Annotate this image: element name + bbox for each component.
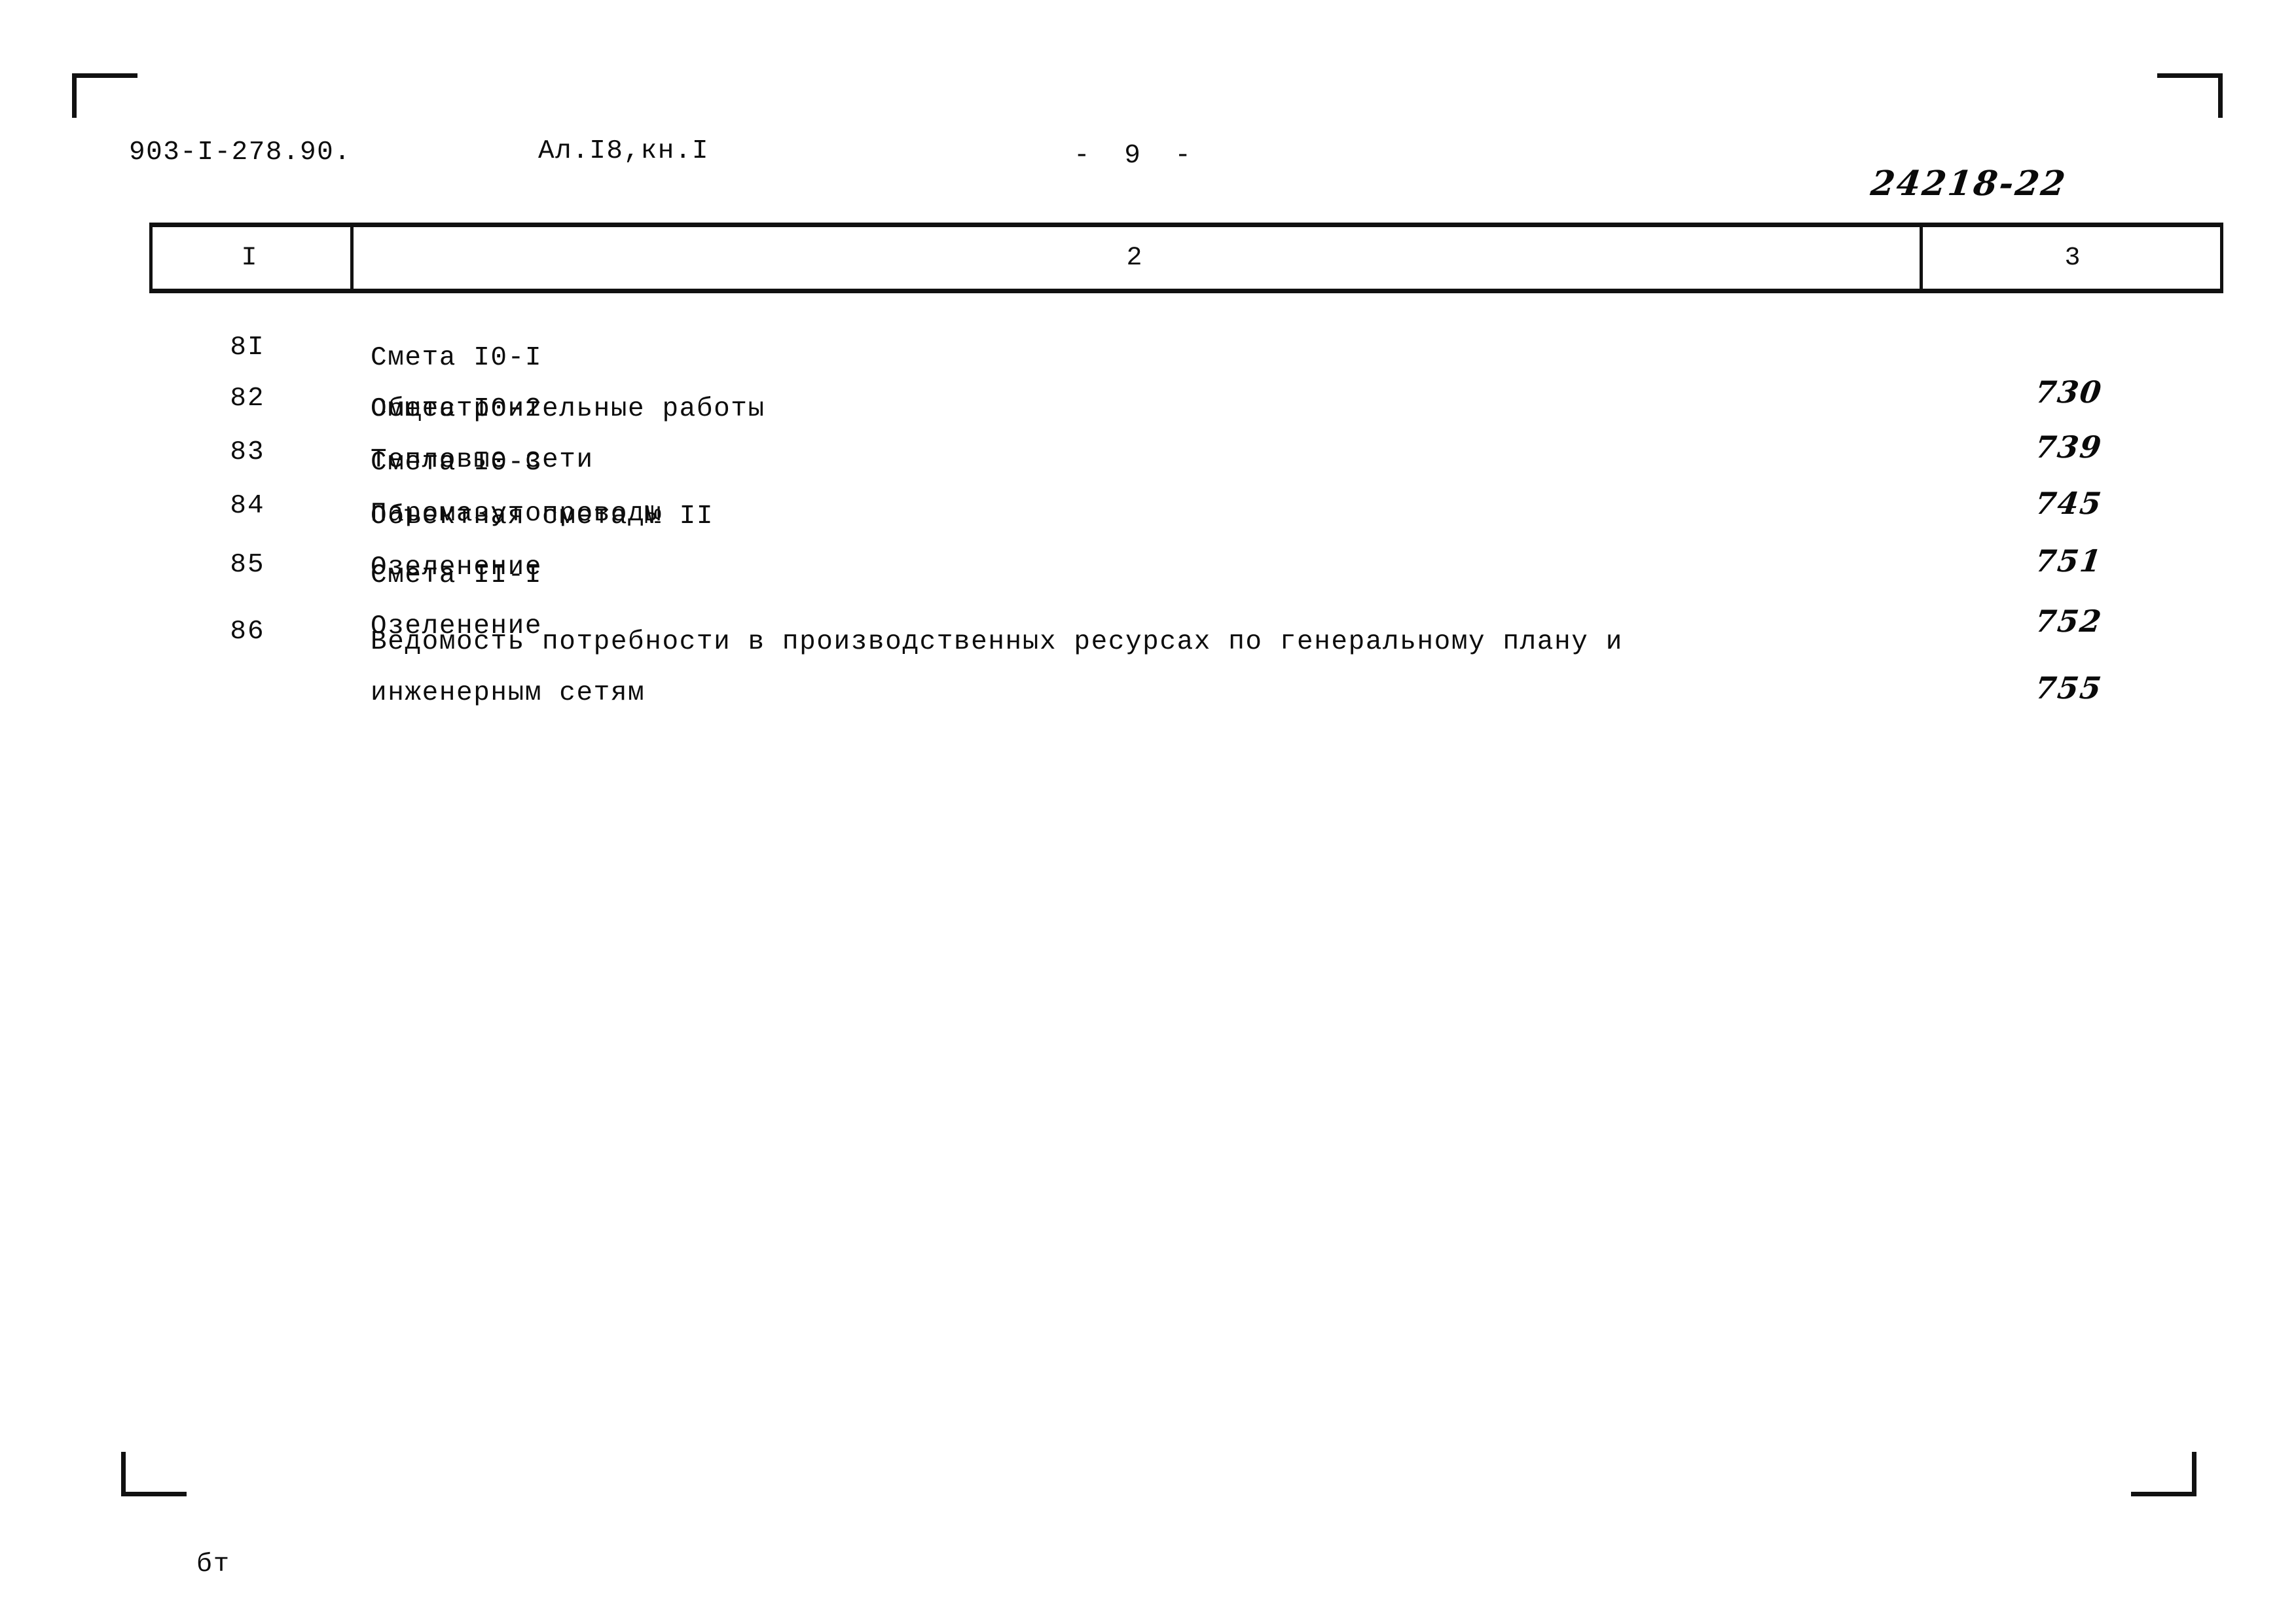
- row-page-number: 755: [2033, 670, 2105, 706]
- row-page-number: 751: [2033, 543, 2105, 579]
- row-description-line-1: Смета II-I: [371, 560, 543, 590]
- row-description-line-1: Смета I0-I: [371, 343, 543, 373]
- column-header-page: 3: [1920, 227, 2223, 289]
- row-number: 8I: [230, 333, 265, 363]
- row-description-line-1: Ведомость потребности в производственных…: [371, 627, 1623, 657]
- footer-mark: бт: [196, 1550, 231, 1579]
- archive-stamp-number: 24218-22: [1868, 164, 2069, 204]
- crop-mark-bottom-right: [2131, 1452, 2196, 1496]
- row-page-number: 745: [2033, 486, 2105, 521]
- crop-mark-top-left: [72, 73, 137, 118]
- album-reference: Ал.I8,кн.I: [538, 136, 710, 166]
- row-number: 85: [230, 550, 265, 580]
- row-number: 82: [230, 384, 265, 414]
- column-header-number: I: [241, 243, 259, 273]
- document-code: 903-I-278.90.: [129, 137, 352, 168]
- scanned-document-page: 903-I-278.90. Ал.I8,кн.I - 9 - 24218-22 …: [0, 0, 2296, 1624]
- contents-table: I 2 3 8I Смета I0-I Общестроительные раб…: [149, 223, 2223, 708]
- row-number: 86: [230, 617, 265, 647]
- row-description-line-1: Объектная смета № II: [371, 501, 714, 532]
- row-number: 83: [230, 437, 265, 467]
- row-description-line-2: инженерным сетям: [371, 678, 646, 708]
- row-page-number: 730: [2033, 374, 2105, 410]
- row-description: Ведомость потребности в производственных…: [371, 617, 1988, 719]
- table-header-row: I 2 3: [149, 223, 2223, 293]
- column-header-description: 2: [350, 227, 1916, 289]
- row-description-line-1: Смета I0-3: [371, 448, 543, 478]
- row-page-number: 739: [2033, 429, 2105, 465]
- row-description-line-1: Смета I0-2: [371, 394, 543, 424]
- page-number: - 9 -: [1074, 141, 1201, 171]
- crop-mark-top-right: [2157, 73, 2223, 118]
- crop-mark-bottom-left: [121, 1452, 187, 1496]
- row-number: 84: [230, 491, 265, 521]
